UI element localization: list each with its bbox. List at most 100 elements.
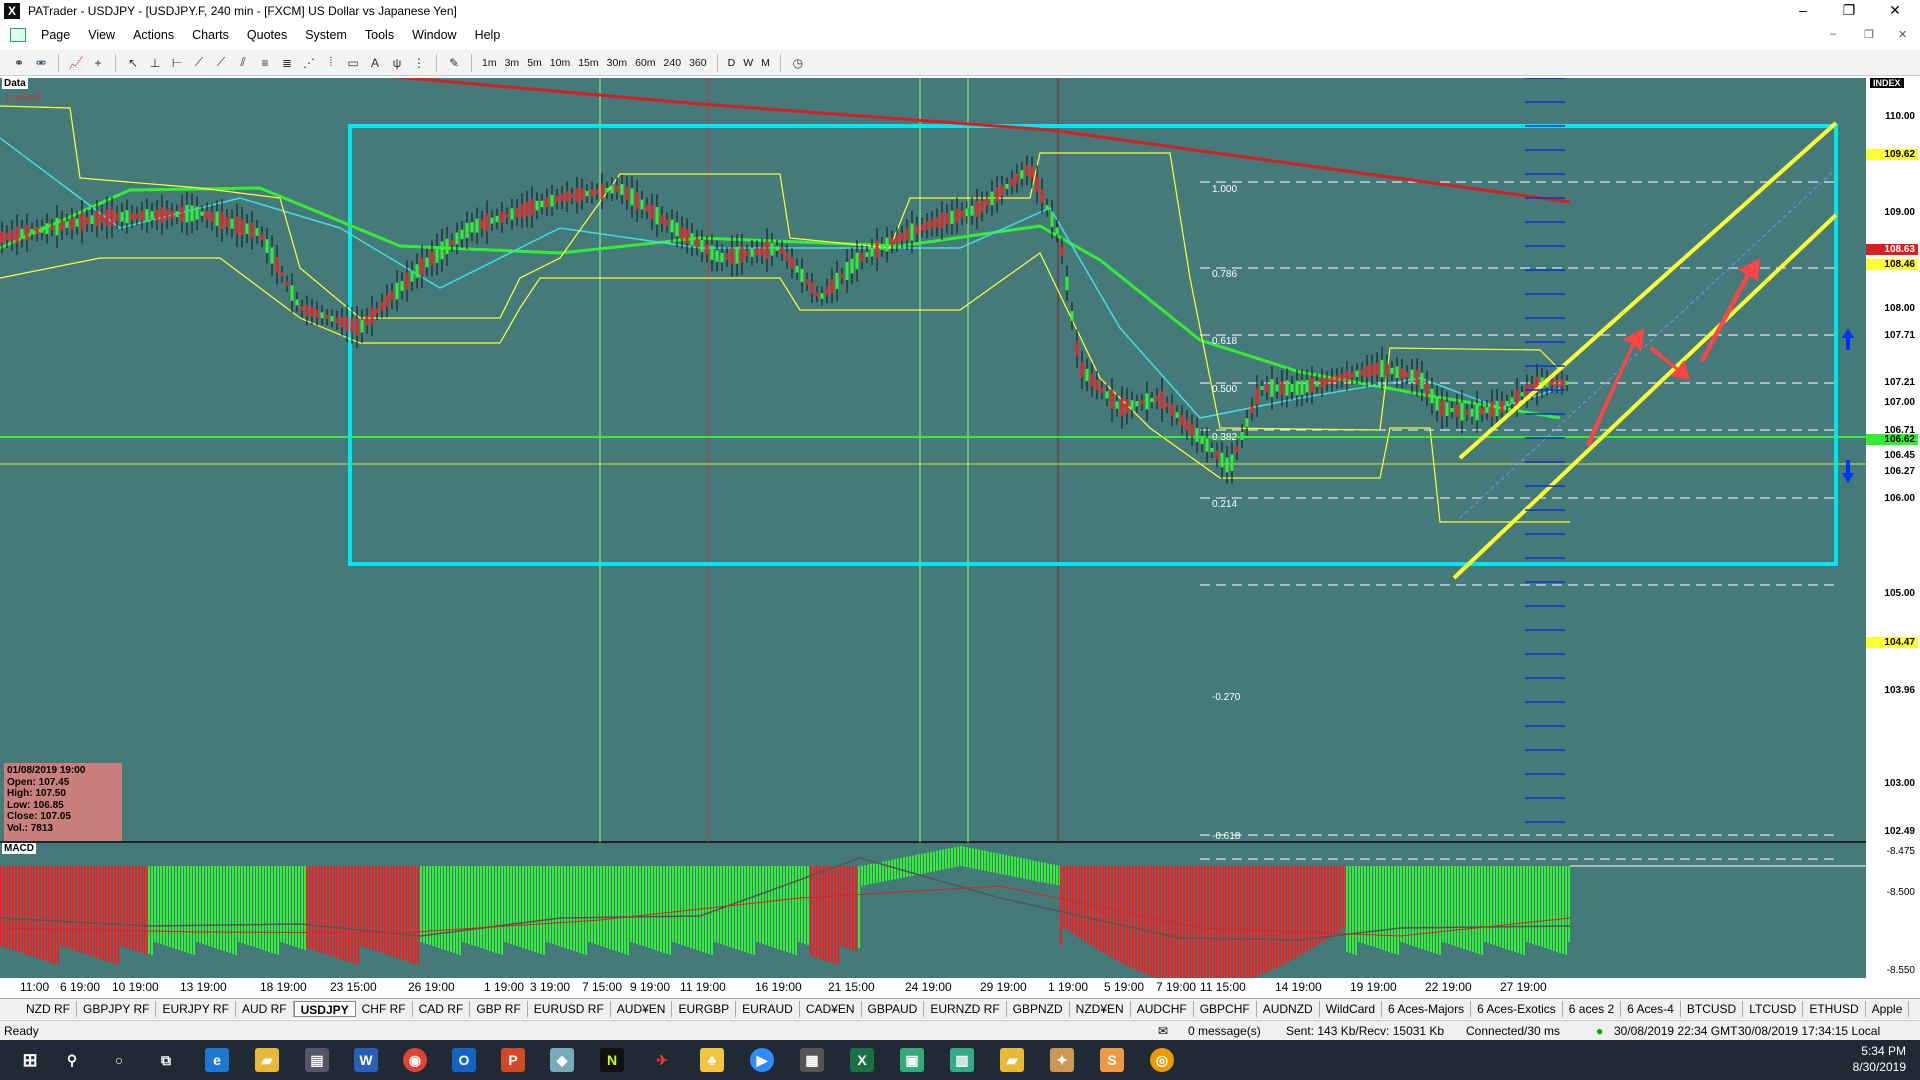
symbol-tab[interactable]: 6 Aces-Majors <box>1382 1001 1472 1017</box>
ninja-icon[interactable]: N <box>600 1048 624 1072</box>
symbol-tab[interactable]: AUD¥EN <box>611 1001 673 1017</box>
timeframe-1m[interactable]: 1m <box>482 57 497 69</box>
timeframe-monthly[interactable]: M <box>761 57 770 69</box>
timeframe-60m[interactable]: 60m <box>635 57 655 69</box>
symbol-tab[interactable]: GBPJPY RF <box>77 1001 157 1017</box>
symbol-tab[interactable]: ETHUSD <box>1803 1001 1866 1017</box>
timeframe-15m[interactable]: 15m <box>578 57 598 69</box>
symbol-tab[interactable]: EURJPY RF <box>156 1001 236 1017</box>
windows-start-icon[interactable]: ⊞ <box>18 1048 42 1072</box>
symbol-tab[interactable]: NZD¥EN <box>1070 1001 1131 1017</box>
outlook-icon[interactable]: O <box>452 1048 476 1072</box>
menu-quotes[interactable]: Quotes <box>238 28 296 42</box>
symbol-tab[interactable]: AUDCHF <box>1131 1001 1194 1017</box>
horizontal-line-icon[interactable]: ⊢ <box>168 55 186 71</box>
rectangle-icon[interactable]: ▭ <box>344 55 362 71</box>
mdi-restore-icon[interactable]: ❐ <box>1864 28 1874 41</box>
menu-system[interactable]: System <box>296 28 356 42</box>
fib-time-icon[interactable]: ⦙ <box>322 55 340 71</box>
pencil-icon[interactable]: ✎ <box>445 55 463 71</box>
chart-app-icon[interactable]: ▥ <box>950 1048 974 1072</box>
orange-app-icon[interactable]: ◎ <box>1150 1048 1174 1072</box>
fib-extension-icon[interactable]: ≣ <box>278 55 296 71</box>
word-icon[interactable]: W <box>354 1048 378 1072</box>
unlink-chart-icon[interactable]: ⚮ <box>32 55 50 71</box>
symbol-tab[interactable]: CAD¥EN <box>800 1001 862 1017</box>
minimize-button[interactable]: – <box>1780 0 1826 22</box>
price-chart[interactable] <box>0 78 1920 978</box>
menu-page[interactable]: Page <box>32 28 79 42</box>
tools-icon[interactable]: ✦ <box>1050 1048 1074 1072</box>
symbol-tab[interactable]: CAD RF <box>413 1001 471 1017</box>
chrome-icon[interactable]: ◉ <box>403 1048 427 1072</box>
search-icon[interactable]: ⚲ <box>60 1048 84 1072</box>
timeframe-5m[interactable]: 5m <box>527 57 542 69</box>
mdi-minimize-icon[interactable]: – <box>1830 28 1836 40</box>
link-chart-icon[interactable]: ⚭ <box>10 55 28 71</box>
status-messages[interactable]: 0 message(s) <box>1188 1024 1261 1038</box>
monitor-app-icon[interactable]: ▣ <box>900 1048 924 1072</box>
cursor-icon[interactable]: ↖ <box>124 55 142 71</box>
file-explorer-icon[interactable]: ▰ <box>255 1048 279 1072</box>
close-button[interactable]: ✕ <box>1872 0 1918 22</box>
menu-actions[interactable]: Actions <box>124 28 183 42</box>
ray-line-icon[interactable]: ⟋ <box>212 55 230 71</box>
chart-menu-icon[interactable] <box>10 28 26 42</box>
timeframe-10m[interactable]: 10m <box>550 57 570 69</box>
edge-icon[interactable]: e <box>205 1048 229 1072</box>
timeframe-30m[interactable]: 30m <box>607 57 627 69</box>
timeframe-daily[interactable]: D <box>728 57 736 69</box>
crosshair-icon[interactable]: + <box>89 55 107 71</box>
chart-type-icon[interactable]: 📈 <box>67 55 85 71</box>
app-icon[interactable]: ◆ <box>550 1048 574 1072</box>
task-view-icon[interactable]: ⧉ <box>154 1048 178 1072</box>
system-clock[interactable]: 5:34 PM 8/30/2019 <box>1853 1043 1906 1075</box>
vertical-line-icon[interactable]: ⊥ <box>146 55 164 71</box>
symbol-tab[interactable]: EURUSD RF <box>528 1001 611 1017</box>
sticky-app-icon[interactable]: ♣ <box>700 1048 724 1072</box>
symbol-tab[interactable]: LTCUSD <box>1743 1001 1804 1017</box>
timeframe-360[interactable]: 360 <box>689 57 707 69</box>
chart-canvas[interactable] <box>0 78 1920 978</box>
excel-icon[interactable]: X <box>850 1048 874 1072</box>
menu-window[interactable]: Window <box>403 28 465 42</box>
clock-icon[interactable]: ◷ <box>789 55 807 71</box>
timeframe-weekly[interactable]: W <box>743 57 753 69</box>
symbol-tab[interactable]: 6 Aces-Exotics <box>1471 1001 1563 1017</box>
menu-charts[interactable]: Charts <box>183 28 238 42</box>
menu-help[interactable]: Help <box>466 28 510 42</box>
text-tool-icon[interactable]: A <box>366 55 384 71</box>
pitchfork-icon[interactable]: ψ <box>388 55 406 71</box>
symbol-tab[interactable]: GBPCHF <box>1194 1001 1257 1017</box>
cortana-icon[interactable]: ○ <box>107 1048 131 1072</box>
symbol-tab[interactable]: EURAUD <box>736 1001 800 1017</box>
menu-tools[interactable]: Tools <box>356 28 403 42</box>
calculator-icon[interactable]: ▦ <box>800 1048 824 1072</box>
symbol-tab[interactable]: BTCUSD <box>1681 1001 1744 1017</box>
powerpoint-icon[interactable]: P <box>501 1048 525 1072</box>
symbol-tab[interactable]: 6 aces 2 <box>1563 1001 1622 1017</box>
trend-line-icon[interactable]: ⟋ <box>190 55 208 71</box>
symbol-tab[interactable]: AUDNZD <box>1257 1001 1320 1017</box>
fib-retracement-icon[interactable]: ≡ <box>256 55 274 71</box>
mdi-close-icon[interactable]: ✕ <box>1898 28 1907 41</box>
folder-icon[interactable]: ▰ <box>1000 1048 1024 1072</box>
menu-view[interactable]: View <box>79 28 124 42</box>
symbol-tab[interactable]: NZD RF <box>20 1001 77 1017</box>
timeframe-240[interactable]: 240 <box>664 57 682 69</box>
bird-app-icon[interactable]: ✈ <box>650 1048 674 1072</box>
symbol-tab[interactable]: GBPAUD <box>862 1001 925 1017</box>
timeframe-3m[interactable]: 3m <box>505 57 520 69</box>
symbol-tab[interactable]: WildCard <box>1320 1001 1383 1017</box>
symbol-tab[interactable]: EURGBP <box>672 1001 737 1017</box>
restore-button[interactable]: ❐ <box>1826 0 1872 22</box>
symbol-tab[interactable]: 6 Aces-4 <box>1621 1001 1681 1017</box>
patrader-icon[interactable]: ▤ <box>305 1048 329 1072</box>
symbol-tab[interactable]: GBPNZD <box>1007 1001 1070 1017</box>
gann-icon[interactable]: ⋮ <box>410 55 428 71</box>
mail-icon[interactable]: ✉ <box>1158 1024 1168 1038</box>
symbol-tab[interactable]: AUD RF <box>236 1001 294 1017</box>
symbol-tab[interactable]: Apple <box>1866 1001 1910 1017</box>
zoom-icon[interactable]: ▶ <box>750 1048 774 1072</box>
channel-icon[interactable]: ⫽ <box>234 55 252 71</box>
